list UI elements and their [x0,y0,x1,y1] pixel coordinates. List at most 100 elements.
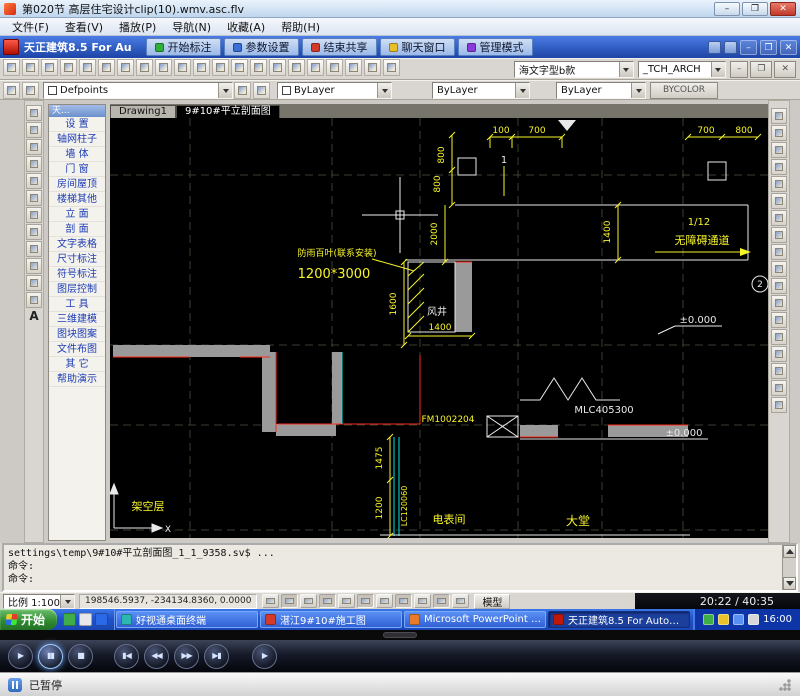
parameter-settings-button[interactable]: 参数设置 [224,38,299,56]
controls-handle[interactable] [383,632,417,638]
toolbar-icon[interactable] [771,125,787,141]
layer-states-icon[interactable] [22,82,39,99]
player-button[interactable]: ◀◀ [144,644,169,669]
toolbar-icon[interactable] [117,59,134,76]
cad-canvas[interactable]: 100 700 700 800 800 800 2000 1400 1600 1… [110,118,768,538]
player-button[interactable]: ▶▮ [204,644,229,669]
status-toggle-button[interactable] [300,594,317,608]
toolbar-icon[interactable] [174,59,191,76]
layer-previous-icon[interactable] [253,82,270,99]
doc-close-button[interactable]: ✕ [774,61,796,78]
toolbar-icon[interactable] [60,59,77,76]
menu-item[interactable]: 文件(F) [4,18,57,36]
player-button[interactable]: ■ [68,644,93,669]
sidebar-item[interactable]: 立 面 [49,207,105,222]
dim-style-combo[interactable]: _TCH_ARCH [638,61,726,78]
toolbar-icon[interactable] [771,159,787,175]
sidebar-item[interactable]: 房间屋顶 [49,177,105,192]
toolbar-icon[interactable] [288,59,305,76]
resize-grip[interactable] [778,678,792,692]
toolbar-icon[interactable] [771,278,787,294]
layer-combo[interactable]: Defpoints [43,82,233,99]
toolbar-icon[interactable] [26,122,42,138]
toolbar-icon[interactable] [26,190,42,206]
toolbar-icon[interactable] [193,59,210,76]
toolbar-icon[interactable] [231,59,248,76]
palette-title[interactable]: 天... [49,105,105,117]
toolbar-icon[interactable] [26,173,42,189]
toolbar-icon[interactable] [771,346,787,362]
dock-tool-icon[interactable] [708,41,721,54]
taskbar-task-haoshitong[interactable]: 好视通桌面终端 [116,611,258,628]
sidebar-item[interactable]: 三维建模 [49,312,105,327]
start-annotate-button[interactable]: 开始标注 [146,38,221,56]
sidebar-item[interactable]: 图层控制 [49,282,105,297]
taskbar-task-tarch[interactable]: 天正建筑8.5 For AutoC... [548,611,690,628]
toolbar-icon[interactable] [98,59,115,76]
toolbar-icon[interactable] [26,292,42,308]
doc-minimize-button[interactable]: – [730,61,749,78]
scale-combo[interactable]: 比例 1:100 [3,594,75,609]
tray-icon[interactable] [703,614,714,625]
linetype-combo[interactable]: ByLayer [432,82,530,99]
tab-section-drawing[interactable]: 9#10#平立剖面图 [176,105,280,118]
status-toggle-button[interactable] [433,594,450,608]
toolbar-icon[interactable] [771,227,787,243]
toolbar-icon[interactable] [212,59,229,76]
toolbar-icon[interactable] [326,59,343,76]
manage-mode-button[interactable]: 管理模式 [458,38,533,56]
tray-icon[interactable] [733,614,744,625]
scroll-down-icon[interactable] [783,577,796,590]
toolbar-icon[interactable] [771,176,787,192]
sidebar-item[interactable]: 楼梯其他 [49,192,105,207]
status-toggle-button[interactable] [357,594,374,608]
status-toggle-button[interactable] [376,594,393,608]
player-button[interactable]: ▶ [8,644,33,669]
sidebar-item[interactable]: 文件布图 [49,342,105,357]
status-toggle-button[interactable] [338,594,355,608]
end-sharing-button[interactable]: 结束共享 [302,38,377,56]
toolbar-icon[interactable] [771,244,787,260]
menu-item[interactable]: 收藏(A) [219,18,273,36]
toolbar-icon[interactable] [771,312,787,328]
menu-item[interactable]: 播放(P) [111,18,164,36]
status-toggle-button[interactable] [319,594,336,608]
quicklaunch-icon[interactable] [63,613,76,626]
text-style-tool-icon[interactable]: A [26,309,42,323]
toolbar-icon[interactable] [307,59,324,76]
toolbar-icon[interactable] [79,59,96,76]
toolbar-icon[interactable] [26,275,42,291]
sidebar-item[interactable]: 设 置 [49,117,105,132]
menu-item[interactable]: 帮助(H) [273,18,328,36]
status-toggle-button[interactable] [452,594,469,608]
toolbar-icon[interactable] [26,241,42,257]
layer-properties-icon[interactable] [3,82,20,99]
toolbar-icon[interactable] [771,108,787,124]
toolbar-icon[interactable] [383,59,400,76]
toolbar-icon[interactable] [26,258,42,274]
status-toggle-button[interactable] [262,594,279,608]
player-button[interactable]: ▮▮ [38,644,63,669]
menu-item[interactable]: 查看(V) [57,18,111,36]
status-toggle-button[interactable] [395,594,412,608]
sidebar-item[interactable]: 文字表格 [49,237,105,252]
toolbar-icon[interactable] [771,261,787,277]
close-button[interactable]: ✕ [770,2,796,16]
toolbar-icon[interactable] [771,295,787,311]
toolbar-icon[interactable] [22,59,39,76]
sidebar-item[interactable]: 图块图案 [49,327,105,342]
doc-maximize-button[interactable]: ❐ [750,61,772,78]
status-toggle-button[interactable] [414,594,431,608]
toolbar-icon[interactable] [771,329,787,345]
toolbar-icon[interactable] [155,59,172,76]
quicklaunch-icon[interactable] [79,613,92,626]
sidebar-item[interactable]: 轴网柱子 [49,132,105,147]
sidebar-item[interactable]: 尺寸标注 [49,252,105,267]
toolbar-icon[interactable] [250,59,267,76]
toolbar-icon[interactable] [364,59,381,76]
tab-drawing1[interactable]: Drawing1 [110,105,176,118]
toolbar-icon[interactable] [269,59,286,76]
toolbar-icon[interactable] [26,224,42,240]
chat-window-button[interactable]: 聊天窗口 [380,38,455,56]
sidebar-item[interactable]: 墙 体 [49,147,105,162]
